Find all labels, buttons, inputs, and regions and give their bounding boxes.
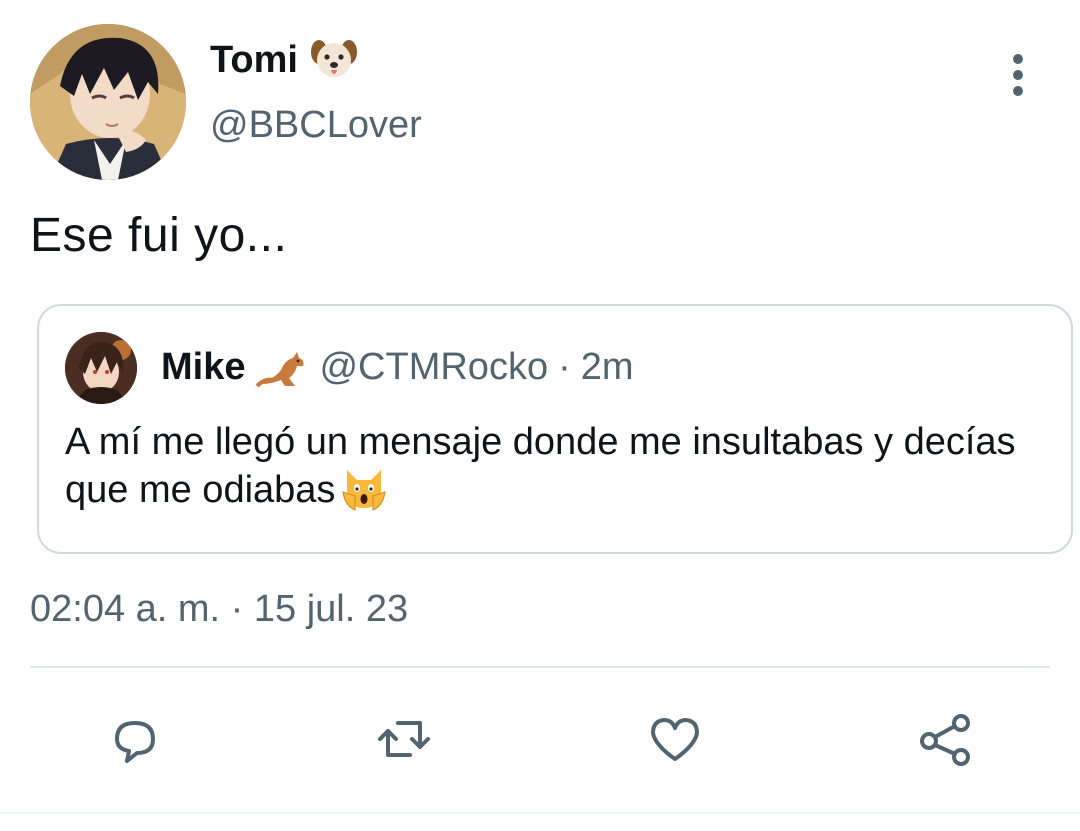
quoted-text-block: A mí me llegó un mensaje donde me insult… — [65, 418, 1045, 514]
avatar-illustration — [30, 24, 186, 180]
bottom-divider — [0, 812, 1080, 814]
quoted-author-handle: @CTMRocko — [319, 346, 549, 388]
quoted-author-avatar[interactable] — [65, 332, 137, 404]
quoted-tweet-card[interactable]: Mike @CTMRocko · 2m A mí me llegó un men… — [37, 304, 1073, 554]
author-name-row[interactable]: Tomi — [210, 38, 358, 82]
kangaroo-emoji-icon — [255, 348, 309, 388]
dog-face-emoji-icon — [310, 38, 358, 82]
quoted-header: Mike @CTMRocko · 2m — [161, 346, 634, 389]
more-dot — [1013, 54, 1023, 64]
more-vertical-icon[interactable] — [1006, 54, 1030, 96]
quoted-text: A mí me llegó un mensaje donde me insult… — [65, 421, 1016, 511]
more-dot — [1013, 86, 1023, 96]
quoted-separator: · — [558, 346, 571, 388]
share-button[interactable] — [910, 704, 980, 774]
retweet-button[interactable] — [369, 704, 439, 774]
action-bar — [0, 704, 1080, 774]
author-handle[interactable]: @BBCLover — [210, 104, 422, 147]
tweet-detail: Tomi @BBCLover Ese fui yo... Mike @CTMRo… — [0, 0, 1080, 831]
more-dot — [1013, 70, 1023, 80]
weary-cat-emoji-icon — [341, 466, 387, 512]
divider — [30, 666, 1050, 668]
reply-button[interactable] — [100, 704, 170, 774]
retweet-icon — [378, 721, 430, 757]
tweet-text: Ese fui yo... — [30, 209, 288, 262]
like-button[interactable] — [640, 704, 710, 774]
reply-icon — [115, 721, 155, 763]
author-name[interactable]: Tomi — [210, 39, 298, 82]
heart-icon — [651, 718, 699, 761]
quoted-time-ago: 2m — [580, 346, 634, 388]
share-icon — [920, 714, 970, 766]
quoted-avatar-illustration — [65, 332, 137, 404]
author-avatar[interactable] — [30, 24, 186, 180]
quoted-author-name: Mike — [161, 346, 246, 388]
tweet-timestamp[interactable]: 02:04 a. m. · 15 jul. 23 — [30, 588, 408, 631]
